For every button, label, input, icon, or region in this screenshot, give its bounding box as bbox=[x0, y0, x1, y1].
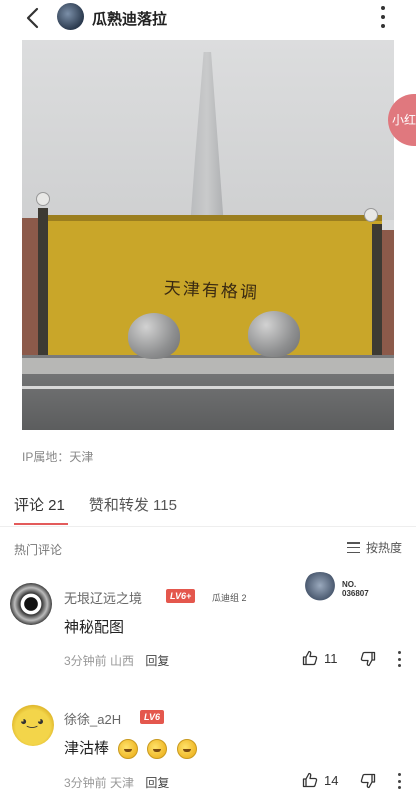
thumbs-up-emoji-icon bbox=[118, 739, 139, 760]
top-bar: 瓜熟迪落拉 bbox=[0, 0, 416, 36]
more-vertical-icon bbox=[398, 651, 401, 654]
comment-location: 天津 bbox=[110, 776, 135, 790]
reply-button[interactable]: 回复 bbox=[145, 776, 169, 790]
hot-comments-label: 热门评论 bbox=[14, 543, 63, 557]
author-name[interactable]: 瓜熟迪落拉 bbox=[92, 8, 167, 29]
author-avatar[interactable] bbox=[57, 3, 84, 30]
active-tab-indicator bbox=[14, 523, 68, 525]
like-button[interactable]: 14 bbox=[302, 772, 338, 788]
stone-ball bbox=[248, 311, 300, 357]
thumbs-down-icon[interactable] bbox=[360, 651, 376, 667]
more-options-button[interactable] bbox=[380, 6, 386, 28]
back-button[interactable] bbox=[22, 6, 46, 30]
sort-label: 按热度 bbox=[365, 541, 402, 555]
comment-more-button[interactable] bbox=[398, 651, 402, 667]
wall-inscription: 天津有格调 bbox=[163, 278, 260, 304]
comment-time: 3分钟前 bbox=[64, 776, 107, 790]
fan-group-tag: 瓜迪组 2 bbox=[212, 593, 247, 603]
like-count: 11 bbox=[324, 650, 338, 666]
tab-likes-reposts[interactable]: 赞和转发 115 bbox=[89, 494, 177, 515]
comment-meta: 3分钟前 山西 回复 bbox=[64, 652, 169, 669]
comment-text-body: 津沽棒 bbox=[64, 740, 110, 757]
level-badge: LV6 bbox=[140, 710, 165, 724]
thumbs-up-icon bbox=[302, 650, 318, 666]
comment-meta: 3分钟前 天津 回复 bbox=[64, 774, 169, 791]
comment-text: 神秘配图 bbox=[64, 619, 125, 636]
cartoon-face-icon: ◕‿◕ bbox=[20, 714, 45, 728]
commenter-name[interactable]: 无垠辽远之境 bbox=[64, 588, 142, 607]
comment-more-button[interactable] bbox=[398, 773, 402, 789]
medal-icon bbox=[302, 572, 338, 602]
tab-bar: 评论 21 赞和转发 115 bbox=[14, 494, 177, 515]
like-count: 14 bbox=[324, 772, 339, 788]
chevron-left-icon bbox=[26, 7, 39, 29]
tab-comments[interactable]: 评论 21 bbox=[14, 494, 65, 515]
divider bbox=[0, 526, 416, 527]
thumbs-up-emoji-icon bbox=[147, 739, 168, 760]
commenter-avatar[interactable] bbox=[10, 583, 52, 625]
level-badge: LV6+ bbox=[166, 589, 196, 603]
commenter-avatar[interactable]: ◕‿◕ bbox=[12, 704, 54, 746]
thumbs-up-icon bbox=[302, 772, 318, 788]
sort-lines-icon bbox=[346, 542, 360, 553]
ip-location: IP属地：天津 bbox=[22, 450, 94, 464]
medal-number: NO. 036807 bbox=[342, 580, 369, 598]
reply-button[interactable]: 回复 bbox=[145, 654, 169, 668]
more-vertical-icon bbox=[398, 773, 401, 776]
comment-location: 山西 bbox=[110, 654, 135, 668]
post-image[interactable]: 天津有格调 bbox=[22, 40, 394, 430]
comment-time: 3分钟前 bbox=[64, 654, 107, 668]
thumbs-up-emoji-icon bbox=[176, 739, 197, 760]
thumbs-down-icon[interactable] bbox=[360, 773, 376, 789]
comment-text: 津沽棒 bbox=[64, 737, 197, 760]
sort-button[interactable]: 按热度 bbox=[346, 539, 402, 556]
like-button[interactable]: 11 bbox=[302, 650, 338, 666]
more-vertical-icon bbox=[381, 6, 385, 10]
stone-ball bbox=[128, 313, 180, 359]
commenter-name[interactable]: 徐徐_a2H bbox=[64, 709, 121, 728]
